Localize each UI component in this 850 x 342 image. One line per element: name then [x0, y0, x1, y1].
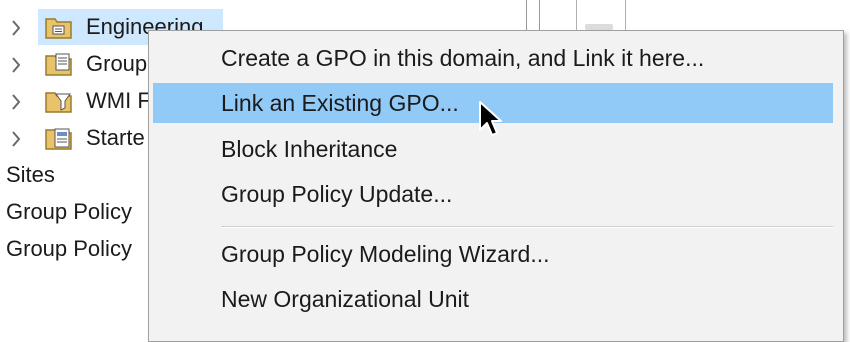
menu-item-label: Create a GPO in this domain, and Link it…	[221, 44, 705, 71]
wmi-filter-folder-icon	[44, 88, 74, 114]
pane-splitter[interactable]	[526, 0, 540, 30]
tree-item-starter-gpos[interactable]: Starte	[86, 120, 145, 156]
menu-item-label: New Organizational Unit	[221, 285, 470, 312]
menu-item-create-gpo[interactable]: Create a GPO in this domain, and Link it…	[149, 38, 843, 78]
expand-chevron-icon[interactable]	[8, 129, 24, 149]
tree-item-group-policy-results[interactable]: Group Policy	[6, 231, 132, 267]
gpo-folder-icon	[44, 51, 74, 77]
expand-chevron-icon[interactable]	[8, 92, 24, 112]
menu-item-new-ou[interactable]: New Organizational Unit	[149, 279, 843, 319]
tree-item-group-policy-objects[interactable]: Group	[86, 46, 147, 82]
ou-folder-icon	[44, 14, 74, 40]
menu-item-label: Block Inheritance	[221, 135, 398, 162]
menu-item-label: Group Policy Modeling Wizard...	[221, 240, 550, 267]
mouse-pointer-icon	[478, 100, 504, 140]
menu-item-label: Link an Existing GPO...	[221, 89, 459, 116]
tree-item-wmi-filters[interactable]: WMI F	[86, 83, 151, 119]
tree-item-group-policy-modeling[interactable]: Group Policy	[6, 194, 132, 230]
expand-chevron-icon[interactable]	[8, 55, 24, 75]
starter-gpo-folder-icon	[44, 125, 74, 151]
menu-item-label: Group Policy Update...	[221, 180, 453, 207]
tree-item-sites[interactable]: Sites	[6, 157, 55, 193]
menu-item-group-policy-update[interactable]: Group Policy Update...	[149, 174, 843, 214]
menu-separator	[221, 226, 833, 228]
context-menu: Create a GPO in this domain, and Link it…	[148, 30, 844, 342]
right-pane-fragment	[576, 0, 626, 30]
expand-chevron-icon[interactable]	[8, 18, 24, 38]
partial-tree-row	[8, 0, 128, 4]
menu-item-modeling-wizard[interactable]: Group Policy Modeling Wizard...	[149, 234, 843, 274]
